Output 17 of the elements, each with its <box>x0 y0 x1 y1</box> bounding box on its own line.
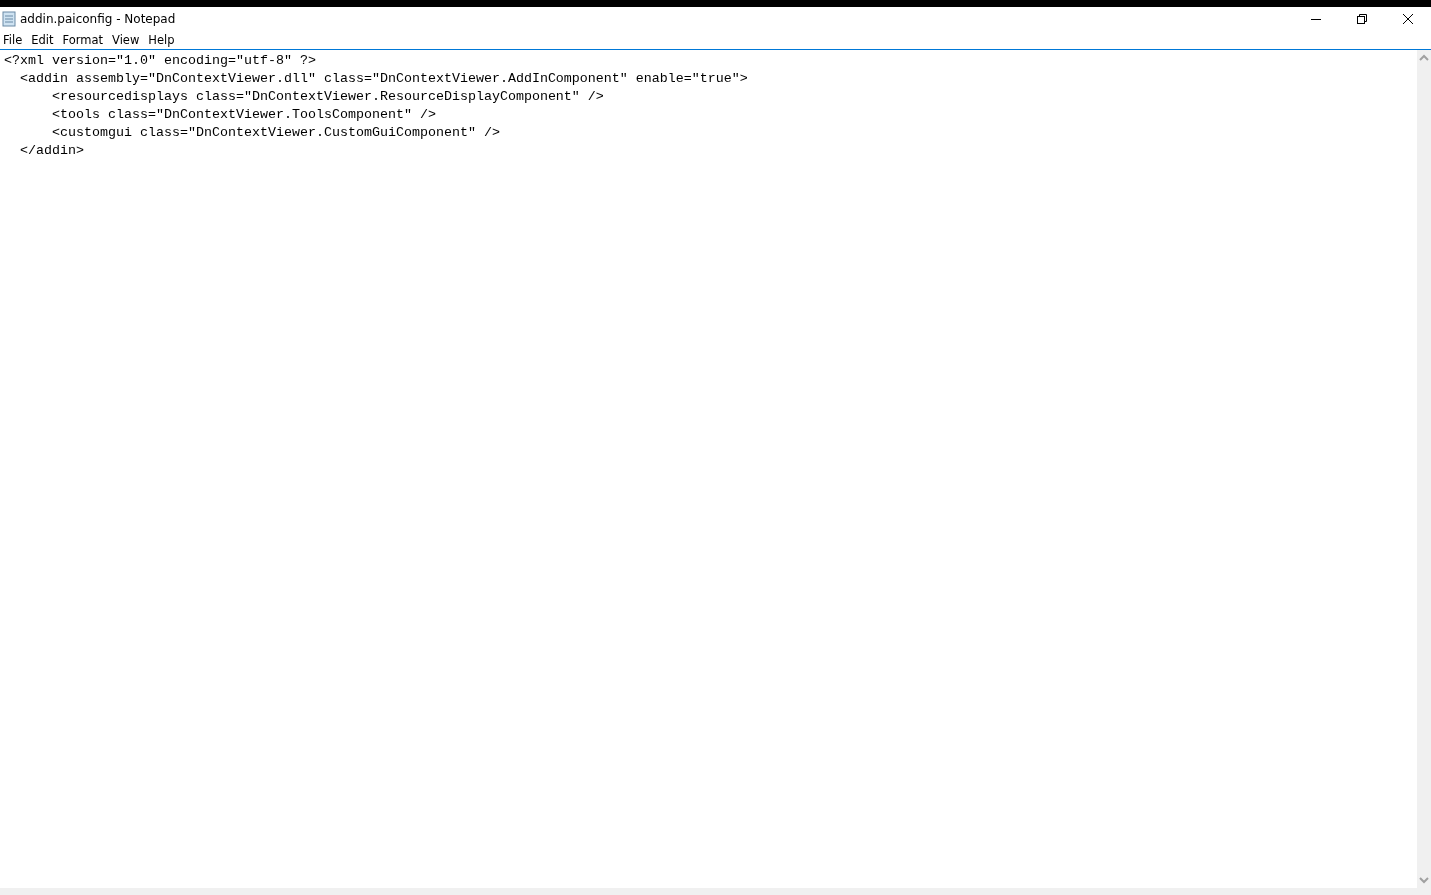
menu-item[interactable]: Help <box>144 32 180 47</box>
scroll-up-icon[interactable] <box>1419 54 1429 62</box>
menu-item[interactable]: Edit <box>27 32 59 47</box>
scroll-down-icon[interactable] <box>1419 876 1429 884</box>
menu-item[interactable]: File <box>0 32 28 47</box>
code-line: <?xml version="1.0" encoding="utf-8" ?> <box>4 52 317 70</box>
notepad-icon <box>2 10 16 27</box>
menu-item[interactable]: View <box>108 32 145 47</box>
window-title: addin.paiconfig - Notepad <box>20 11 176 26</box>
code-line: </addin> <box>19 142 85 160</box>
code-line: <resourcedisplays class="DnContextViewer.ResourceDisplayComponent" /> <box>51 88 605 106</box>
code-line: <tools class="DnContextViewer.ToolsComponent" /> <box>51 106 437 124</box>
menu-item[interactable]: Format <box>58 32 109 47</box>
code-line: <customgui class="DnContextViewer.CustomGuiComponent" /> <box>51 124 501 142</box>
code-line: <addin assembly="DnContextViewer.dll" class="DnContextViewer.AddInComponent" enable="true"> <box>19 70 749 88</box>
close-icon[interactable] <box>1402 12 1414 25</box>
restore-icon[interactable] <box>1356 12 1368 25</box>
